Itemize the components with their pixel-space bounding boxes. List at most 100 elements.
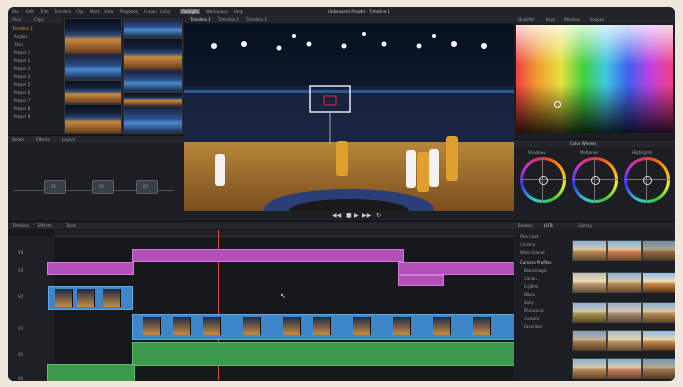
media-item[interactable]: Tiles	[14, 42, 23, 47]
media-item[interactable]: Player 6	[14, 90, 30, 95]
lut-thumbnail[interactable]	[572, 302, 607, 323]
video-clip[interactable]	[132, 314, 516, 340]
menu-playback[interactable]: Playback	[120, 9, 138, 14]
menu-workspace[interactable]: Workspace	[206, 9, 228, 14]
lut-thumbnail[interactable]	[607, 240, 642, 261]
tab-timeline[interactable]: Timeline	[12, 223, 29, 228]
menu-edit[interactable]: Edit	[26, 9, 34, 14]
tab-window[interactable]: Window	[564, 17, 580, 22]
tab-timeline-effects[interactable]: Effects	[38, 223, 52, 228]
lut-category[interactable]: Nikon	[524, 292, 535, 297]
audio-clip[interactable]	[132, 342, 516, 366]
menu-fairlight[interactable]: Fairlight	[180, 9, 201, 14]
lut-thumbnail[interactable]	[642, 330, 675, 351]
highlights-wheel[interactable]	[624, 157, 670, 203]
tab-qualifier[interactable]: Qualifier	[518, 17, 535, 22]
lut-category[interactable]: Cinema	[520, 242, 535, 247]
lut-thumbnail[interactable]	[607, 330, 642, 351]
menu-mark[interactable]: Mark	[90, 9, 100, 14]
media-item[interactable]: Player 7	[14, 98, 30, 103]
tab-luts[interactable]: LUTs	[544, 223, 553, 228]
menu-clip[interactable]: Clip	[76, 9, 84, 14]
menu-timeline[interactable]: Timeline	[54, 9, 71, 14]
media-item[interactable]: Player 8	[14, 106, 30, 111]
viewer-tab[interactable]: Timeline 3	[246, 17, 267, 22]
tab-timeline-tools[interactable]: Tools	[66, 223, 76, 228]
menu-view[interactable]: View	[104, 9, 114, 14]
clip-thumbnail[interactable]	[123, 18, 183, 38]
clip-thumbnail[interactable]	[123, 70, 183, 92]
lut-category[interactable]: Blackmagic	[524, 268, 547, 273]
clip-thumbnail[interactable]	[64, 104, 122, 134]
tab-effects[interactable]: Effects	[36, 137, 50, 142]
media-item[interactable]: Player 5	[14, 82, 30, 87]
media-item[interactable]: Player 3	[14, 66, 30, 71]
rewind-icon[interactable]: ◀◀	[332, 213, 341, 219]
midtones-wheel[interactable]	[572, 157, 618, 203]
lut-thumbnail[interactable]	[642, 358, 675, 379]
tab-files[interactable]: Files	[12, 17, 21, 22]
tab-clips[interactable]: Clips	[34, 17, 44, 22]
clip-thumbnail[interactable]	[64, 80, 122, 104]
lut-category[interactable]: Camera Profiles	[520, 260, 552, 265]
lut-thumbnail[interactable]	[607, 272, 642, 293]
loop-icon[interactable]: ↻	[376, 213, 381, 219]
node[interactable]: 01	[44, 180, 66, 194]
node[interactable]: 02	[92, 180, 114, 194]
lut-thumbnail[interactable]	[572, 240, 607, 261]
play-icon[interactable]: ▶	[354, 213, 359, 219]
adjustment-clip[interactable]	[398, 262, 516, 275]
menu-fusion[interactable]: Fusion	[144, 9, 157, 14]
lut-thumbnail[interactable]	[572, 272, 607, 293]
lut-category[interactable]: Favorites	[524, 324, 542, 329]
clip-thumbnail[interactable]	[64, 18, 122, 54]
shadows-wheel[interactable]	[520, 157, 566, 203]
adjustment-clip[interactable]	[132, 249, 404, 262]
lut-thumbnail[interactable]	[572, 358, 607, 379]
lut-thumbnail[interactable]	[572, 330, 607, 351]
tab-layers[interactable]: Layers	[62, 137, 75, 142]
media-item[interactable]: Player 4	[14, 74, 30, 79]
color-picker-spectrum[interactable]	[516, 25, 673, 133]
media-item[interactable]: Player 2	[14, 58, 30, 63]
lut-category[interactable]: Canon	[524, 276, 537, 281]
clip-thumbnail[interactable]	[123, 106, 183, 134]
menu-color[interactable]: Color	[160, 9, 170, 14]
viewer-tab[interactable]: Timeline 1	[190, 17, 211, 22]
media-item[interactable]: Player 1	[14, 50, 30, 55]
clip-thumbnail[interactable]	[64, 54, 122, 80]
lut-thumbnail[interactable]	[642, 272, 675, 293]
lut-thumbnail[interactable]	[642, 302, 675, 323]
tab-keys[interactable]: Keys	[546, 17, 555, 22]
media-item[interactable]: Timeline 1	[12, 26, 33, 31]
lut-category[interactable]: Wide Gamut	[520, 250, 545, 255]
audio-clip[interactable]	[47, 364, 135, 381]
lut-category[interactable]: Sony	[524, 300, 534, 305]
node[interactable]: 03	[136, 180, 158, 194]
lut-thumbnail[interactable]	[607, 358, 642, 379]
menu-file[interactable]: File	[12, 9, 19, 14]
clip-thumbnail[interactable]	[123, 92, 183, 106]
lut-category[interactable]: Custom	[524, 316, 539, 321]
fast-forward-icon[interactable]: ▶▶	[362, 213, 371, 219]
picker-cursor[interactable]	[554, 101, 561, 108]
adjustment-clip[interactable]	[47, 262, 134, 275]
tab-nodes[interactable]: Nodes	[12, 137, 25, 142]
video-clip[interactable]	[48, 286, 133, 310]
clip-thumbnail[interactable]	[123, 38, 183, 70]
stop-icon[interactable]: ■	[346, 213, 352, 219]
timeline-ruler[interactable]	[54, 230, 514, 237]
menu-trim[interactable]: Trim	[40, 9, 49, 14]
lut-category[interactable]: Fujifilm	[524, 284, 538, 289]
menu-help[interactable]: Help	[234, 9, 243, 14]
tab-scopes[interactable]: Scopes	[590, 17, 604, 22]
media-item[interactable]: Angles	[14, 34, 27, 39]
lut-thumbnail[interactable]	[642, 240, 675, 261]
adjustment-clip[interactable]	[398, 275, 444, 286]
viewer-image[interactable]	[184, 24, 514, 211]
tab-browse[interactable]: Browse	[518, 223, 533, 228]
lut-category[interactable]: Panasonic	[524, 308, 544, 313]
tab-library[interactable]: Library	[578, 223, 592, 228]
lut-thumbnail[interactable]	[607, 302, 642, 323]
lut-category[interactable]: Film Look	[520, 234, 539, 239]
